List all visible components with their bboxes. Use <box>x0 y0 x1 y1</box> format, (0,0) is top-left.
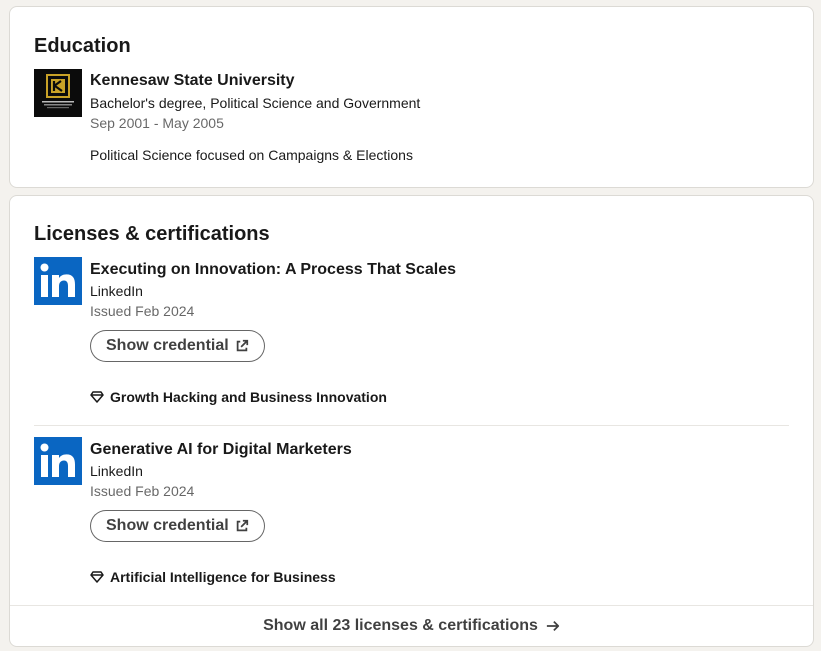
certification-issuer: LinkedIn <box>90 463 143 479</box>
licenses-title: Licenses & certifications <box>34 223 270 245</box>
certification-name[interactable]: Generative AI for Digital Marketers <box>90 441 352 459</box>
education-dates: Sep 2001 - May 2005 <box>90 115 224 131</box>
external-link-icon <box>235 519 249 533</box>
show-credential-button[interactable]: Show credential <box>90 330 265 362</box>
certification-name[interactable]: Executing on Innovation: A Process That … <box>90 261 456 279</box>
skill-tag: Growth Hacking and Business Innovation <box>90 389 387 405</box>
arrow-right-icon <box>546 619 560 633</box>
degree-text: Bachelor's degree, Political Science and… <box>90 95 421 111</box>
item-divider <box>34 425 789 426</box>
show-credential-label: Show credential <box>106 337 229 354</box>
school-name[interactable]: Kennesaw State University <box>90 72 295 90</box>
education-title: Education <box>34 35 131 57</box>
linkedin-logo-icon[interactable] <box>34 437 82 485</box>
education-section: Education Kennesaw State University Bach… <box>9 6 814 188</box>
external-link-icon <box>235 339 249 353</box>
linkedin-logo-icon[interactable] <box>34 257 82 305</box>
licenses-section: Licenses & certifications Executing on I… <box>9 195 814 647</box>
diamond-icon <box>90 391 104 403</box>
skill-tag: Artificial Intelligence for Business <box>90 569 336 585</box>
show-all-label: Show all 23 licenses & certifications <box>263 617 538 634</box>
kennesaw-state-logo-icon[interactable] <box>34 69 82 117</box>
certification-issuer: LinkedIn <box>90 283 143 299</box>
education-description: Political Science focused on Campaigns &… <box>90 147 413 163</box>
show-credential-button[interactable]: Show credential <box>90 510 265 542</box>
diamond-icon <box>90 571 104 583</box>
certification-issued-date: Issued Feb 2024 <box>90 303 195 319</box>
certification-issued-date: Issued Feb 2024 <box>90 483 195 499</box>
show-credential-label: Show credential <box>106 517 229 534</box>
skill-label: Growth Hacking and Business Innovation <box>110 389 387 405</box>
skill-label: Artificial Intelligence for Business <box>110 569 336 585</box>
show-all-licenses-button[interactable]: Show all 23 licenses & certifications <box>10 606 813 646</box>
